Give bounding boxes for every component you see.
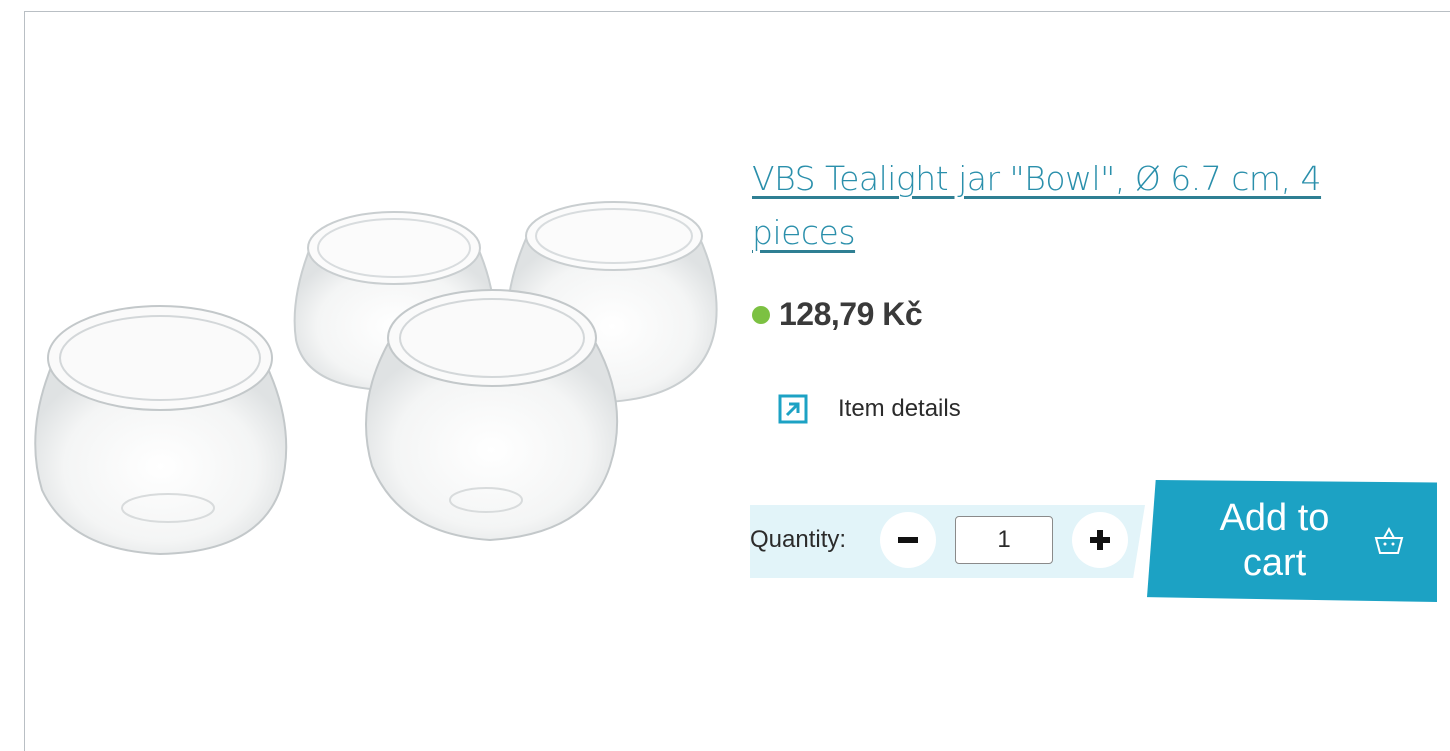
external-arrow-icon <box>778 394 808 424</box>
quantity-input[interactable] <box>955 516 1053 564</box>
glass-front-left <box>34 305 288 556</box>
decrease-quantity-button[interactable] <box>880 512 936 568</box>
add-to-cart-button[interactable]: Add to cart <box>1147 480 1437 602</box>
product-price: 128,79 Kč <box>779 296 923 332</box>
plus-icon <box>1090 530 1110 550</box>
product-image[interactable] <box>28 190 728 570</box>
product-title-link[interactable]: VBS Tealight jar "Bowl", Ø 6.7 cm, 4 pie… <box>752 152 1392 260</box>
price-row: 128,79 Kč <box>752 296 923 333</box>
quantity-label: Quantity: <box>750 526 847 553</box>
item-details-label: Item details <box>838 395 961 422</box>
increase-quantity-button[interactable] <box>1072 512 1128 568</box>
add-to-cart-label: Add to cart <box>1219 497 1330 584</box>
minus-icon <box>898 537 918 543</box>
item-details-link[interactable]: Item details <box>778 394 961 424</box>
glass-front-center <box>365 289 619 542</box>
stock-status-dot <box>752 305 770 324</box>
basket-icon <box>1374 526 1404 554</box>
